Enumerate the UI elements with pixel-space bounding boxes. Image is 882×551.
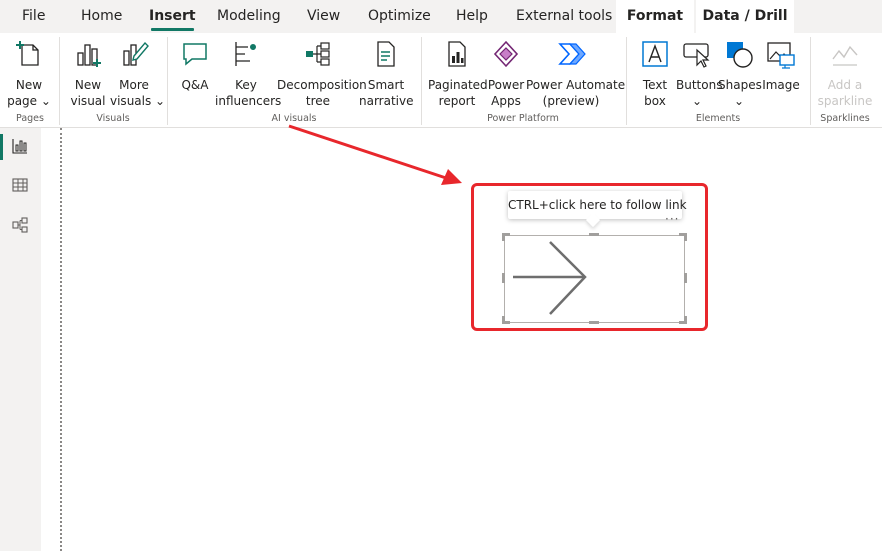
- key-influencers-button[interactable]: Key influencers: [215, 35, 282, 111]
- smart-narrative-label: Smart narrative: [359, 78, 414, 108]
- sparkline-icon: [832, 45, 858, 66]
- group-separator: [167, 37, 168, 125]
- model-view-icon: [12, 217, 28, 233]
- tab-view[interactable]: View: [307, 0, 340, 33]
- tab-insert[interactable]: Insert: [149, 0, 196, 33]
- group-separator: [810, 37, 811, 125]
- group-separator: [59, 37, 60, 125]
- tab-format[interactable]: Format: [616, 0, 694, 33]
- model-view-button[interactable]: [5, 209, 36, 241]
- table-view-icon: [12, 178, 28, 192]
- smart-narrative-icon: [377, 41, 395, 67]
- view-switcher-pane: [0, 128, 41, 551]
- add-sparkline-label: Add a sparkline: [817, 78, 873, 108]
- text-box-icon: [642, 41, 668, 67]
- resize-handle[interactable]: [684, 316, 687, 324]
- qa-chat-icon: [183, 43, 207, 66]
- power-automate-button[interactable]: Power Automate (preview): [526, 35, 626, 111]
- paginated-report-label: Paginated report: [428, 78, 488, 108]
- resize-handle[interactable]: [589, 233, 599, 236]
- page-boundary: [60, 128, 62, 551]
- new-page-icon: [16, 41, 39, 66]
- group-label-power-platform: Power Platform: [487, 113, 559, 124]
- group-label-elements: Elements: [695, 113, 741, 124]
- smart-narrative-button[interactable]: Smart narrative: [359, 35, 414, 111]
- qa-label: Q&A: [181, 78, 209, 92]
- group-label-visuals: Visuals: [96, 113, 130, 124]
- resize-handle[interactable]: [502, 273, 505, 283]
- new-visual-button[interactable]: New visual: [66, 35, 110, 111]
- ribbon: New page ⌄ Pages New visual More visuals…: [0, 33, 882, 128]
- image-button[interactable]: Image: [760, 35, 802, 111]
- buttons-button[interactable]: Buttons ⌄: [676, 35, 723, 111]
- resize-handle[interactable]: [502, 316, 505, 324]
- tab-help[interactable]: Help: [456, 0, 488, 33]
- tab-home[interactable]: Home: [81, 0, 122, 33]
- table-view-button[interactable]: [5, 169, 36, 201]
- group-label-ai-visuals: AI visuals: [271, 113, 317, 124]
- buttons-cursor-icon: [683, 43, 710, 68]
- power-apps-icon: [493, 40, 519, 68]
- arrow-right-icon: [513, 241, 587, 315]
- power-automate-icon: [558, 43, 586, 65]
- text-box-button[interactable]: Text box: [634, 35, 676, 111]
- decomposition-tree-label: Decomposition tree: [277, 78, 367, 108]
- resize-handle[interactable]: [502, 233, 505, 241]
- new-page-button[interactable]: New page ⌄: [4, 35, 54, 111]
- image-icon: [767, 42, 795, 69]
- new-visual-label: New visual: [70, 78, 106, 108]
- power-apps-label: Power Apps: [487, 78, 525, 108]
- shapes-icon: [727, 42, 753, 68]
- more-visuals-label: More visuals ⌄: [110, 78, 166, 108]
- group-separator: [421, 37, 422, 125]
- decomposition-tree-icon: [306, 42, 330, 66]
- more-visuals-icon: [123, 41, 149, 66]
- decomposition-tree-button[interactable]: Decomposition tree: [277, 35, 367, 111]
- follow-link-tooltip: CTRL+click here to follow link: [508, 191, 687, 219]
- tab-optimize[interactable]: Optimize: [368, 0, 431, 33]
- resize-handle[interactable]: [589, 321, 599, 324]
- power-apps-button[interactable]: Power Apps: [486, 35, 526, 111]
- text-box-label: Text box: [642, 78, 668, 108]
- group-separator: [626, 37, 627, 125]
- tab-file[interactable]: File: [22, 0, 45, 33]
- tab-modeling[interactable]: Modeling: [217, 0, 281, 33]
- shapes-label: Shapes ⌄: [718, 78, 762, 108]
- key-influencers-icon: [235, 42, 256, 66]
- more-options-icon[interactable]: ···: [665, 212, 679, 226]
- report-canvas[interactable]: [41, 128, 882, 551]
- buttons-label: Buttons ⌄: [676, 78, 723, 108]
- image-label: Image: [762, 78, 800, 92]
- key-influencers-label: Key influencers: [215, 78, 282, 108]
- paginated-report-button[interactable]: Paginated report: [428, 35, 488, 111]
- menu-bar: File Home Insert Modeling View Optimize …: [0, 0, 882, 33]
- power-automate-label: Power Automate (preview): [526, 78, 626, 108]
- resize-handle[interactable]: [684, 273, 687, 283]
- add-sparkline-button[interactable]: Add a sparkline: [814, 35, 876, 111]
- group-label-pages: Pages: [16, 113, 44, 124]
- tab-data-drill[interactable]: Data / Drill: [696, 0, 794, 33]
- shapes-button[interactable]: Shapes ⌄: [718, 35, 762, 111]
- resize-handle[interactable]: [684, 233, 687, 241]
- tab-external-tools[interactable]: External tools: [516, 0, 612, 33]
- report-view-button[interactable]: [0, 130, 36, 162]
- report-view-icon: [12, 139, 27, 154]
- arrow-shape-visual[interactable]: [504, 235, 685, 323]
- paginated-report-icon: [448, 41, 466, 67]
- qa-button[interactable]: Q&A: [175, 35, 215, 111]
- new-visual-icon: [77, 44, 101, 67]
- new-page-label: New page ⌄: [7, 78, 51, 108]
- more-visuals-button[interactable]: More visuals ⌄: [110, 35, 166, 111]
- group-label-sparklines: Sparklines: [820, 113, 870, 124]
